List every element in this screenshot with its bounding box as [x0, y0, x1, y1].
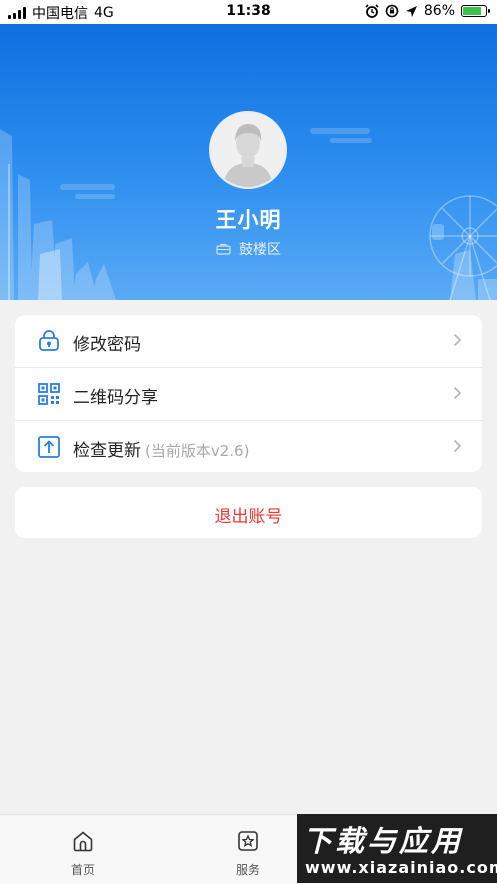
settings-menu: 修改密码 二维码分享 检查更新 (当前版本v2.6) [15, 315, 482, 472]
status-right: 86% [365, 3, 490, 19]
qrcode-icon [38, 383, 60, 405]
chevron-right-icon [453, 439, 462, 453]
home-icon [73, 831, 93, 852]
watermark-title: 下载与应用 [303, 824, 464, 858]
logout-button[interactable]: 退出账号 [15, 487, 482, 538]
avatar[interactable] [209, 111, 287, 189]
battery-percent: 86% [423, 3, 455, 19]
briefcase-icon [216, 243, 231, 255]
service-icon [238, 831, 258, 851]
chevron-right-icon [453, 386, 462, 400]
location-icon [405, 5, 417, 17]
profile-header: 王小明 鼓楼区 [0, 24, 497, 300]
lock-icon [39, 330, 59, 351]
department-row: 鼓楼区 [0, 239, 497, 259]
menu-label-qrcode-share: 二维码分享 [73, 388, 158, 408]
menu-label-change-password: 修改密码 [73, 335, 141, 355]
tab-home[interactable]: 首页 [33, 815, 133, 884]
tab-service-label: 服务 [235, 863, 260, 877]
site-watermark: 下载与应用 www.xiazainiao.com [297, 814, 497, 883]
battery-fill [463, 7, 481, 15]
upload-icon [38, 436, 60, 458]
department-label: 鼓楼区 [239, 242, 281, 258]
menu-label-check-update: 检查更新 (当前版本v2.6) [73, 436, 249, 461]
menu-item-change-password[interactable]: 修改密码 [15, 315, 482, 367]
tab-home-label: 首页 [70, 863, 95, 877]
battery-icon [461, 5, 490, 17]
alarm-icon [365, 4, 379, 18]
chevron-right-icon [453, 333, 462, 347]
current-version-hint: (当前版本v2.6) [145, 442, 250, 460]
tab-service[interactable]: 服务 [198, 815, 298, 884]
check-update-label: 检查更新 [73, 441, 141, 461]
logout-label: 退出账号 [214, 507, 283, 527]
default-avatar-icon [211, 113, 285, 187]
menu-item-qrcode-share[interactable]: 二维码分享 [15, 367, 482, 420]
watermark-url: www.xiazainiao.com [305, 858, 497, 877]
user-name: 王小明 [215, 208, 282, 232]
status-bar: 中国电信 4G 11:38 86% [0, 0, 497, 24]
orientation-lock-icon [385, 4, 399, 18]
menu-item-check-update[interactable]: 检查更新 (当前版本v2.6) [15, 420, 482, 473]
